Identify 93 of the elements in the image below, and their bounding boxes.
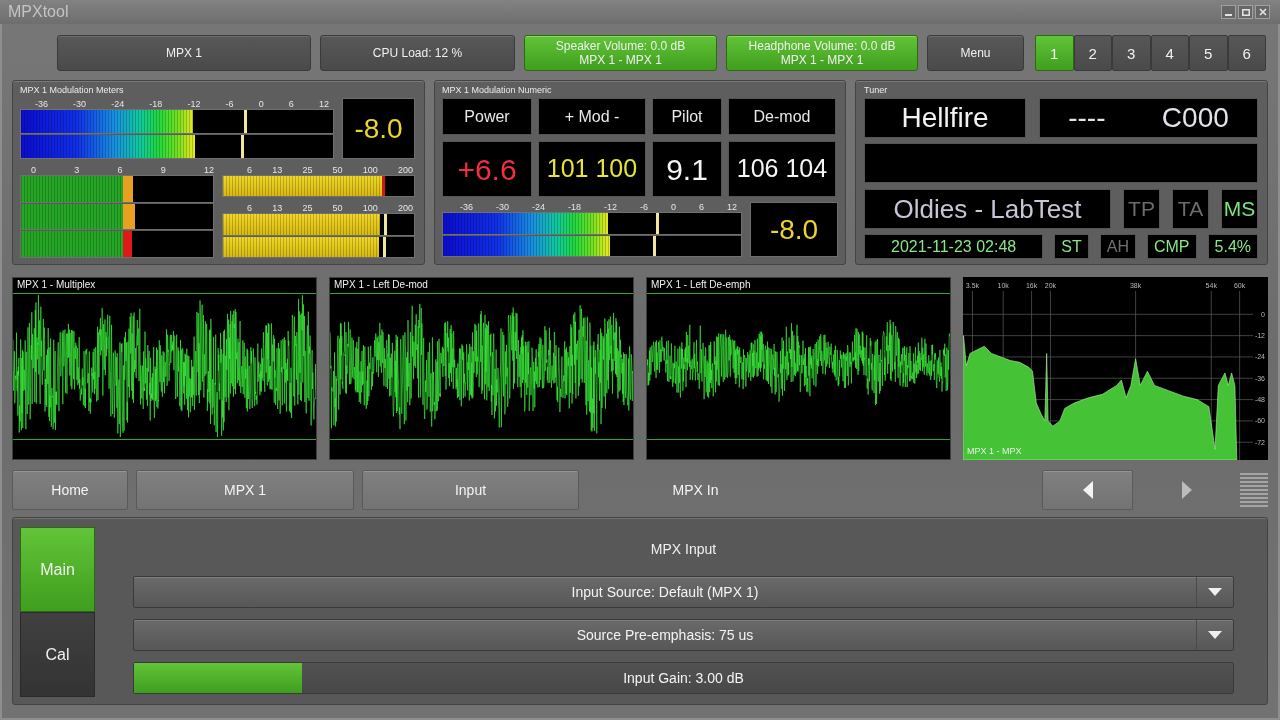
scale-label: 6 (288, 99, 294, 109)
status-indicator: ST (1054, 234, 1089, 259)
scale-label: 25 (302, 203, 313, 213)
caret-right-icon (1181, 481, 1192, 499)
section-title: MPX Input (649, 540, 718, 558)
percent-readout: 5.4% (1207, 234, 1258, 259)
scale-label: -6 (225, 99, 234, 109)
station-name: Hellfire (864, 98, 1026, 138)
scale-label: 100 (362, 165, 378, 175)
breadcrumb[interactable]: Input (362, 470, 579, 510)
scale-label: -30 (73, 99, 87, 109)
scale-label: 9 (160, 165, 166, 175)
dropdown[interactable]: Input Source: Default (MPX 1) (133, 576, 1234, 608)
caret-left-icon (1082, 481, 1093, 499)
toolbar-button[interactable]: Menu (927, 35, 1024, 71)
scale-label: 25 (302, 165, 313, 175)
flag-indicator: TP (1123, 189, 1160, 229)
column-heading: Power (442, 98, 532, 135)
scale-label: 12 (203, 165, 214, 175)
scale-label: 50 (332, 165, 343, 175)
scale-label: 3 (74, 165, 80, 175)
scale-label: 200 (397, 165, 413, 175)
page-tab[interactable]: 5 (1189, 35, 1228, 71)
close-icon (1258, 8, 1267, 16)
code-text: C000 (1161, 102, 1229, 134)
caret-icon (1208, 631, 1222, 639)
status-indicator: CMP (1146, 234, 1197, 259)
station-text: Oldies - LabTest (864, 189, 1111, 229)
column-heading: Pilot (652, 98, 722, 135)
scale-label: -30 (496, 202, 509, 212)
scale-label: 13 (272, 203, 283, 213)
breadcrumb[interactable]: MPX In (587, 470, 804, 510)
status-indicator: AH (1099, 234, 1136, 259)
scale-label: 50 (332, 203, 343, 213)
scale-label: 0 (670, 202, 676, 212)
maximize-icon (1241, 8, 1250, 16)
level-readout: -8.0 (750, 202, 838, 257)
value-text: 106 104 (736, 155, 828, 183)
scale-label: 0 (31, 165, 36, 175)
value-text: 9.1 (666, 152, 708, 186)
close-button[interactable] (1255, 5, 1270, 19)
toolbar-button[interactable]: MPX 1 (57, 35, 311, 71)
scale-label: 12 (318, 99, 329, 109)
scope-title: MPX 1 - Left De-mod (333, 278, 429, 292)
panel-title: MPX 1 Modulation Meters (20, 84, 125, 97)
flag-indicator: MS (1221, 189, 1258, 229)
side-tab[interactable]: Cal (20, 612, 95, 697)
dropdown[interactable]: Source Pre-emphasis: 75 us (133, 619, 1234, 651)
page-tab[interactable]: 3 (1112, 35, 1151, 71)
scale-label: 12 (726, 202, 737, 212)
value-text: 101 100 (546, 155, 638, 183)
panel-title: MPX 1 Modulation Numeric (442, 84, 553, 97)
column-heading: De-mod (728, 98, 836, 135)
breadcrumb[interactable]: MPX 1 (136, 470, 354, 510)
code-text: ---- (1068, 102, 1106, 134)
column-heading: + Mod - (538, 98, 646, 135)
scale-label: 6 (247, 203, 252, 213)
page-tab[interactable]: 4 (1150, 35, 1189, 71)
scale-label: 200 (397, 203, 413, 213)
scale-label: 6 (247, 165, 252, 175)
back-button[interactable] (1042, 470, 1133, 510)
scale-label: 6 (117, 165, 123, 175)
scale-label: -24 (531, 202, 545, 212)
scale-label: 100 (362, 203, 378, 213)
scale-label: -6 (639, 202, 648, 212)
scope-title: MPX 1 - Left De-emph (650, 278, 752, 292)
panel-title: Tuner (864, 84, 889, 97)
level-readout: -8.0 (342, 98, 415, 159)
caret-icon (1208, 588, 1222, 596)
scale-label: 6 (698, 202, 704, 212)
flag-indicator: TA (1172, 189, 1209, 229)
scale-label: 13 (272, 165, 283, 175)
scale-label: -12 (187, 99, 201, 109)
value-text: +6.6 (457, 152, 517, 186)
window-title: MPXtool (8, 3, 69, 21)
minimize-button[interactable] (1221, 5, 1236, 19)
scale-label: -12 (603, 202, 617, 212)
scale-label: -18 (567, 202, 581, 212)
page-tab[interactable]: 2 (1073, 35, 1112, 71)
scope-title: MPX 1 - Multiplex (16, 278, 97, 292)
maximize-button[interactable] (1238, 5, 1253, 19)
page-tab[interactable]: 6 (1227, 35, 1266, 71)
scale-label: -36 (460, 202, 473, 212)
scale-label: -18 (149, 99, 163, 109)
gain-slider[interactable]: Input Gain: 3.00 dB (133, 662, 1234, 694)
scale-label: -24 (111, 99, 125, 109)
chart-title: MPX 1 - MPX (967, 446, 1022, 456)
breadcrumb[interactable]: Home (12, 470, 128, 510)
toolbar-button[interactable]: CPU Load: 12 % (320, 35, 515, 71)
minimize-icon (1225, 14, 1232, 16)
scale-label: 0 (258, 99, 264, 109)
date-time: 2021-11-23 02:48 (864, 234, 1044, 259)
scale-label: -36 (35, 99, 48, 109)
